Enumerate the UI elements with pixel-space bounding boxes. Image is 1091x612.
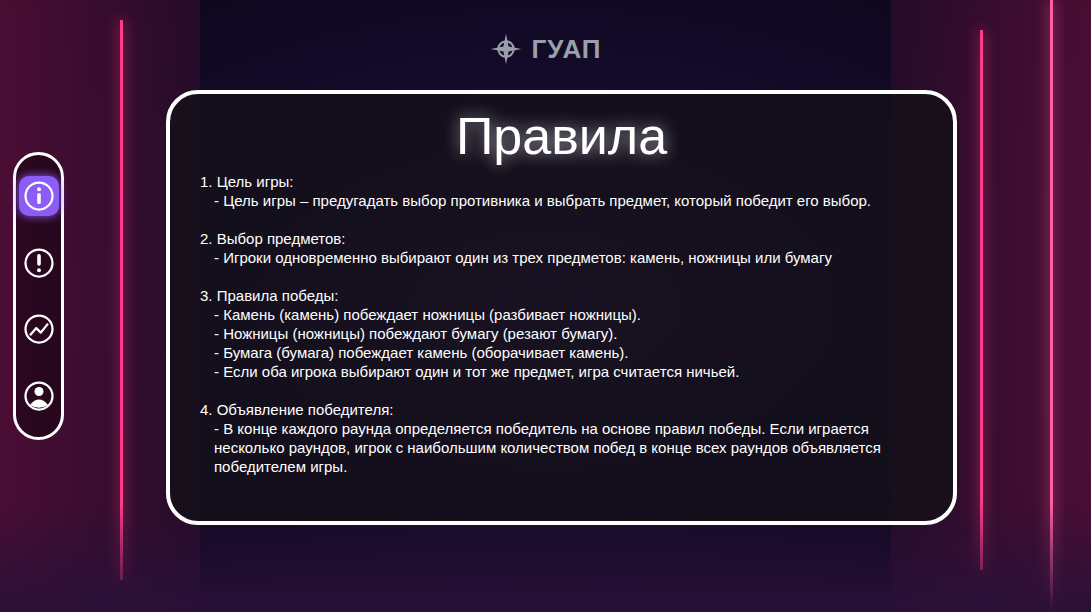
rule-line: - Цель игры – предугадать выбор противни… xyxy=(200,191,923,210)
logo-star-icon xyxy=(489,32,523,66)
sidebar xyxy=(13,152,64,440)
rule-line: - Бумага (бумага) побеждает камень (обор… xyxy=(200,343,923,362)
rules-section: 4. Объявление победителя:- В конце каждо… xyxy=(200,400,923,476)
rules-section: 1. Цель игры:- Цель игры – предугадать в… xyxy=(200,172,923,210)
logo-text: ГУАП xyxy=(531,30,601,69)
section-title: 4. Объявление победителя: xyxy=(200,400,923,419)
rule-line: - Ножницы (ножницы) побеждают бумагу (ре… xyxy=(200,324,923,343)
sidebar-item[interactable] xyxy=(19,243,59,283)
rule-line: - Камень (камень) побеждает ножницы (раз… xyxy=(200,305,923,324)
section-title: 1. Цель игры: xyxy=(200,172,923,191)
rule-line: - В конце каждого раунда определяется по… xyxy=(200,419,923,476)
sidebar-item[interactable] xyxy=(19,309,59,349)
rules-list: 1. Цель игры:- Цель игры – предугадать в… xyxy=(200,172,923,476)
user-icon xyxy=(21,378,57,414)
rules-section: 2. Выбор предметов:- Игроки одновременно… xyxy=(200,229,923,267)
rule-line: - Если оба игрока выбирают один и тот же… xyxy=(200,362,923,381)
sidebar-item[interactable] xyxy=(19,176,59,216)
section-title: 3. Правила победы: xyxy=(200,286,923,305)
info-icon xyxy=(21,178,57,214)
rules-card: Правила 1. Цель игры:- Цель игры – предуг… xyxy=(166,90,957,525)
logo: ГУАП xyxy=(489,8,601,90)
chart-icon xyxy=(21,311,57,347)
sidebar-item[interactable] xyxy=(19,376,59,416)
section-title: 2. Выбор предметов: xyxy=(200,229,923,248)
rules-section: 3. Правила победы:- Камень (камень) побе… xyxy=(200,286,923,381)
rule-line: - Игроки одновременно выбирают один из т… xyxy=(200,248,923,267)
card-title: Правила xyxy=(200,104,923,168)
alert-icon xyxy=(21,245,57,281)
